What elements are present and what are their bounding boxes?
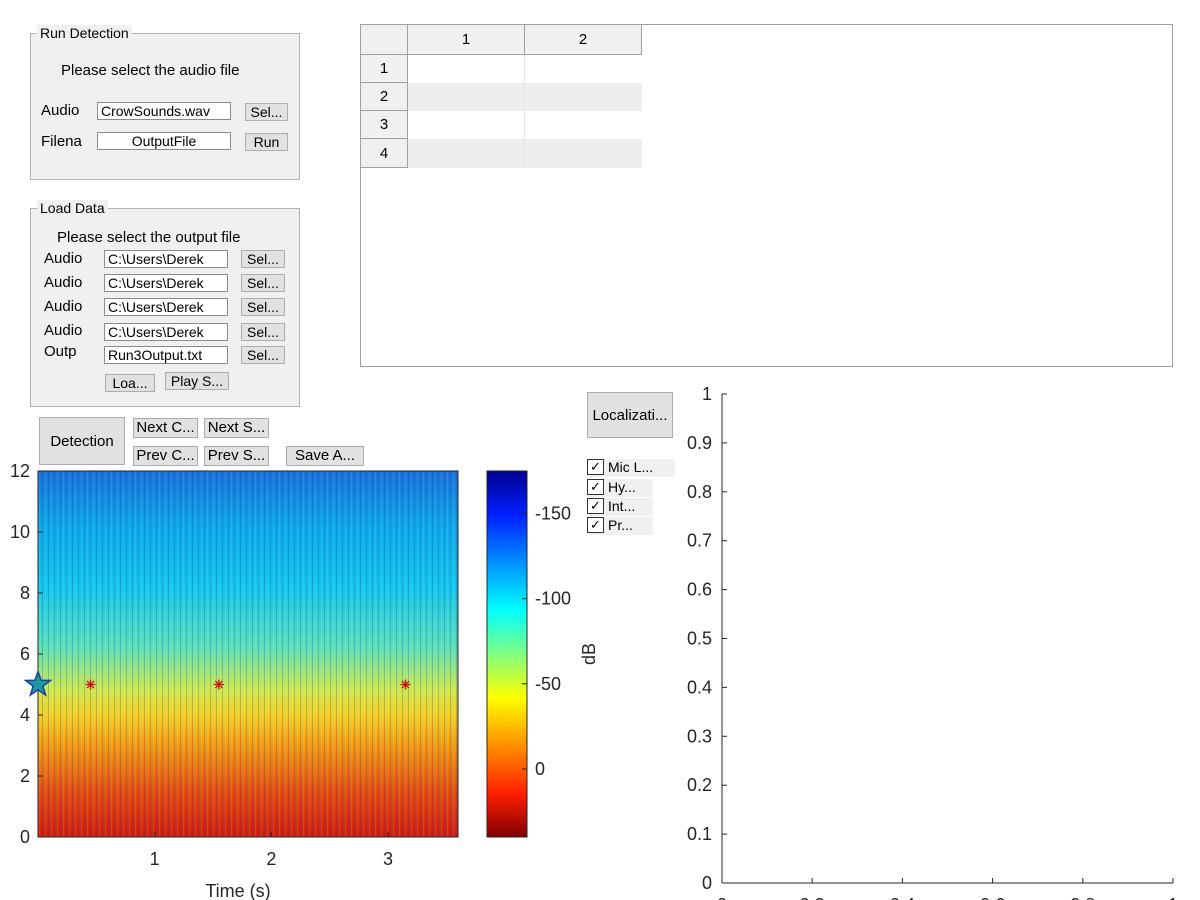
x-tick-label: 0.4 [890, 895, 915, 900]
next-call-button[interactable]: Next C... [133, 418, 198, 438]
colorbar-label: dB [579, 643, 599, 665]
load-row-field[interactable]: C:\Users\Derek [104, 250, 228, 268]
table-cell[interactable] [525, 139, 642, 168]
load-row-field[interactable]: C:\Users\Derek [104, 274, 228, 292]
y-tick-label: 0.8 [687, 482, 712, 502]
table-cell[interactable] [408, 83, 525, 111]
run-detection-instruction: Please select the audio file [61, 62, 240, 79]
audio-label: Audio [41, 102, 80, 119]
load-row-label: Audio [44, 274, 83, 291]
localization-y-ticks: 0 0.1 0.2 0.3 0.4 0.5 0.6 0.7 0.8 0.9 1 [687, 384, 727, 893]
load-row-label: Audio [44, 322, 83, 339]
checkbox-label: Pr... [608, 517, 633, 533]
run-detection-title: Run Detection [37, 25, 132, 41]
checkbox-label: Hy... [608, 479, 636, 495]
table-row-header[interactable]: 3 [361, 111, 408, 139]
table-row-header[interactable]: 2 [361, 83, 408, 111]
data-table[interactable]: 1 2 1 2 3 4 [360, 24, 1173, 367]
load-data-instruction: Please select the output file [57, 229, 241, 246]
localization-plot[interactable]: 0 0.1 0.2 0.3 0.4 0.5 0.6 0.7 0.8 0.9 1 0 0.2 0.4 0.6… [670, 380, 1200, 900]
x-tick-label: 1 [150, 849, 160, 869]
colorbar-tick-label: -100 [535, 589, 571, 609]
y-tick-label: 10 [10, 522, 30, 542]
table-row-header[interactable]: 4 [361, 139, 408, 168]
checkbox-label: Mic L... [608, 459, 654, 475]
spectrogram-texture [38, 471, 458, 837]
y-tick-label: 0.4 [687, 677, 712, 697]
load-data-title: Load Data [37, 200, 108, 216]
table-cell[interactable] [408, 55, 525, 83]
colorbar-tick-label: -150 [535, 504, 571, 524]
load-row-label: Audio [44, 298, 83, 315]
y-tick-label: 0.2 [687, 775, 712, 795]
y-tick-label: 0 [702, 873, 712, 893]
table-cell[interactable] [525, 55, 642, 83]
detection-button[interactable]: Detection [39, 417, 125, 465]
checkbox-mic-locations[interactable]: ✓ Mic L... [587, 459, 675, 477]
spectrogram-chart[interactable]: 024681012 123 Time (s) -150-100-500 dB [0, 460, 600, 900]
load-row-select-button[interactable]: Sel... [241, 250, 285, 268]
y-tick-label: 0.9 [687, 433, 712, 453]
output-select-button[interactable]: Sel... [241, 346, 285, 364]
table-cell[interactable] [408, 139, 525, 168]
next-sound-button[interactable]: Next S... [204, 418, 269, 438]
x-tick-label: 0 [717, 895, 727, 900]
table-cell[interactable] [525, 111, 642, 139]
localization-button[interactable]: Localizati... [587, 392, 673, 438]
load-row-field[interactable]: C:\Users\Derek [104, 298, 228, 316]
table-corner [361, 25, 408, 55]
load-data-panel: Load Data Please select the output file … [30, 200, 300, 407]
output-file-label: Outp [44, 343, 77, 360]
table-column-header[interactable]: 1 [408, 25, 525, 55]
colorbar-ticks: -150 -100 -50 0 [522, 504, 571, 779]
select-audio-button[interactable]: Sel... [245, 103, 288, 121]
y-tick-label: 0.3 [687, 726, 712, 746]
load-row-select-button[interactable]: Sel... [241, 323, 285, 341]
table-cell[interactable] [525, 83, 642, 111]
spectrogram-plot-area[interactable] [37, 470, 459, 838]
x-tick-label: 3 [383, 849, 393, 869]
run-detection-panel: Run Detection Please select the audio fi… [30, 25, 300, 180]
load-row-label: Audio [44, 250, 83, 267]
table-column-header[interactable]: 2 [525, 25, 642, 55]
asterisk-marker [400, 679, 411, 690]
colorbar-tick-label: 0 [535, 759, 545, 779]
load-row-select-button[interactable]: Sel... [241, 274, 285, 292]
y-tick-label: 2 [20, 766, 30, 786]
x-tick-label: 0.6 [980, 895, 1005, 900]
localization-axes-frame [722, 394, 1173, 883]
y-tick-label: 4 [20, 705, 30, 725]
asterisk-marker [213, 679, 224, 690]
y-tick-label: 8 [20, 583, 30, 603]
x-tick-label: 2 [266, 849, 276, 869]
audio-file-field[interactable]: CrowSounds.wav [97, 102, 231, 120]
y-tick-label: 0.6 [687, 580, 712, 600]
colorbar-tick-label: -50 [535, 674, 561, 694]
load-row-field[interactable]: C:\Users\Derek [104, 323, 228, 341]
table-cell[interactable] [408, 111, 525, 139]
y-tick-label: 0.1 [687, 824, 712, 844]
y-tick-label: 0.5 [687, 629, 712, 649]
filename-field[interactable]: OutputFile [97, 132, 231, 150]
x-tick-label: 0.2 [800, 895, 825, 900]
filename-label: Filena [41, 133, 82, 150]
checkbox-label: Int... [608, 498, 636, 514]
run-button[interactable]: Run [245, 133, 288, 151]
x-tick-label: 1 [1168, 895, 1178, 900]
colorbar [486, 470, 528, 838]
x-tick-label: 0.8 [1070, 895, 1095, 900]
table-row-header[interactable]: 1 [361, 55, 408, 83]
spectrogram-x-label: Time (s) [205, 881, 270, 900]
y-tick-label: 0.7 [687, 531, 712, 551]
asterisk-marker [85, 679, 96, 690]
load-button[interactable]: Loa... [105, 374, 155, 392]
y-tick-label: 6 [20, 644, 30, 664]
output-file-field[interactable]: Run3Output.txt [104, 346, 228, 364]
y-tick-label: 12 [10, 461, 30, 481]
y-tick-label: 1 [702, 384, 712, 404]
y-tick-label: 0 [20, 827, 30, 847]
load-row-select-button[interactable]: Sel... [241, 298, 285, 316]
play-sound-button[interactable]: Play S... [165, 372, 229, 390]
spectrogram-x-ticks: 1 2 3 [150, 832, 393, 869]
